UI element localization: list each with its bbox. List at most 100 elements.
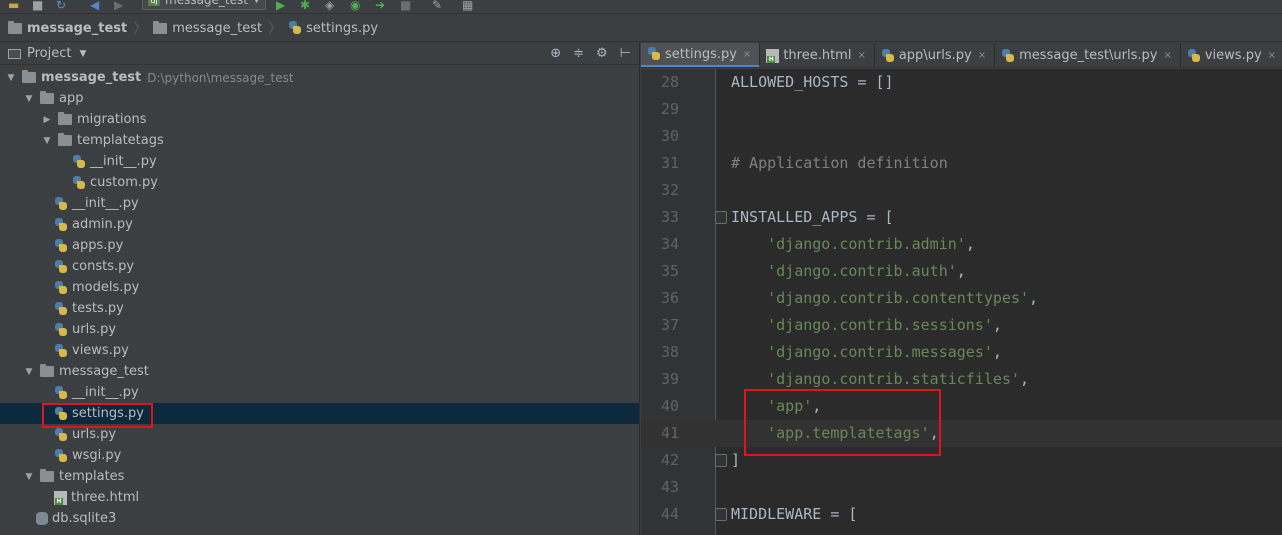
tree-item-label: __init__.py xyxy=(90,154,157,169)
editor-tab[interactable]: views.py × xyxy=(1181,43,1282,67)
stop-icon[interactable]: ■ xyxy=(400,0,411,11)
folder-icon xyxy=(153,20,168,34)
collapse-all-icon[interactable]: ≑ xyxy=(573,46,584,61)
hide-panel-icon[interactable]: ⊢ xyxy=(620,46,631,61)
code-line[interactable]: 35 'django.contrib.auth', xyxy=(641,258,1282,285)
code-line[interactable]: 28 ALLOWED_HOSTS = [] xyxy=(641,69,1282,96)
tree-file-row[interactable]: models.py xyxy=(0,277,639,298)
expand-arrow-down-icon[interactable]: ▼ xyxy=(22,367,36,377)
run-icon[interactable]: ▶ xyxy=(276,0,285,11)
locate-file-icon[interactable]: ⊕ xyxy=(550,46,561,61)
tree-item-label: app xyxy=(59,91,84,106)
line-number: 35 xyxy=(660,262,679,280)
tree-file-row[interactable]: three.html xyxy=(0,487,639,508)
profile-icon[interactable]: ◉ xyxy=(350,0,360,11)
editor-tab[interactable]: app\urls.py × xyxy=(875,43,996,67)
code-editor[interactable]: 28 ALLOWED_HOSTS = [] 29 30 31 # Application … xyxy=(641,69,1282,535)
code-line[interactable]: 41 'app.templatetags', xyxy=(641,420,1282,447)
debug-icon[interactable]: ✱ xyxy=(300,0,310,11)
tree-folder-row[interactable]: ▼ app xyxy=(0,88,639,109)
expand-arrow-down-icon[interactable]: ▼ xyxy=(40,136,54,146)
tree-file-row[interactable]: views.py xyxy=(0,340,639,361)
code-line[interactable]: 36 'django.contrib.contenttypes', xyxy=(641,285,1282,312)
tree-file-row[interactable]: __init__.py xyxy=(0,382,639,403)
code-line[interactable]: 40 'app', xyxy=(641,393,1282,420)
breadcrumb-item[interactable]: settings.py xyxy=(288,21,378,36)
tree-folder-row[interactable]: ▶ migrations xyxy=(0,109,639,130)
run-tool-icon[interactable]: ➜ xyxy=(375,0,385,11)
tree-folder-row[interactable]: ▼ templates xyxy=(0,466,639,487)
save-icon[interactable]: ■ xyxy=(32,0,43,11)
breadcrumb-label: settings.py xyxy=(306,20,379,36)
structure-icon[interactable]: ▦ xyxy=(462,0,473,11)
coverage-icon[interactable]: ◈ xyxy=(325,0,334,11)
project-panel-title[interactable]: Project xyxy=(27,46,71,61)
editor-tab[interactable]: three.html × xyxy=(760,43,875,67)
code-line[interactable]: 30 xyxy=(641,123,1282,150)
run-config-select[interactable]: dj message_test ▼ xyxy=(142,0,266,10)
code-line[interactable]: 44 MIDDLEWARE = [ xyxy=(641,501,1282,528)
line-number: 32 xyxy=(660,181,679,199)
database-icon xyxy=(36,512,48,525)
code-line[interactable]: 29 xyxy=(641,96,1282,123)
gear-icon[interactable]: ⚙ xyxy=(596,46,608,61)
python-file-icon xyxy=(54,322,68,337)
code-token: , xyxy=(965,235,975,253)
tree-folder-row[interactable]: ▼ message_test xyxy=(0,361,639,382)
tree-file-row[interactable]: custom.py xyxy=(0,172,639,193)
fold-marker-icon[interactable] xyxy=(715,454,727,467)
forward-icon[interactable]: ▶ xyxy=(114,0,123,11)
tree-file-row[interactable]: urls.py xyxy=(0,319,639,340)
settings-wrench-icon[interactable]: ✎ xyxy=(432,0,442,11)
breadcrumb-item[interactable]: message_test xyxy=(8,20,127,36)
tree-folder-row[interactable]: ▼ templatetags xyxy=(0,130,639,151)
close-icon[interactable]: × xyxy=(857,50,865,61)
close-icon[interactable]: × xyxy=(1268,50,1276,61)
editor-tab[interactable]: message_test\urls.py × xyxy=(995,43,1181,67)
code-line[interactable]: 32 xyxy=(641,177,1282,204)
code-text: 'django.contrib.sessions', xyxy=(731,312,1002,339)
fold-marker-icon[interactable] xyxy=(715,211,727,224)
code-line[interactable]: 31 # Application definition xyxy=(641,150,1282,177)
close-icon[interactable]: × xyxy=(978,50,986,61)
breadcrumb-item[interactable]: message_test xyxy=(153,20,262,36)
expand-arrow-down-icon[interactable]: ▼ xyxy=(22,472,36,482)
tree-file-row[interactable]: db.sqlite3 xyxy=(0,508,639,529)
code-line[interactable]: 38 'django.contrib.messages', xyxy=(641,339,1282,366)
code-line[interactable]: 33 INSTALLED_APPS = [ xyxy=(641,204,1282,231)
python-file-icon xyxy=(54,259,68,274)
close-icon[interactable]: × xyxy=(1163,50,1171,61)
tree-file-row[interactable]: tests.py xyxy=(0,298,639,319)
project-path: D:\python\message_test xyxy=(147,70,294,85)
tree-file-row[interactable]: __init__.py xyxy=(0,193,639,214)
expand-arrow-down-icon[interactable]: ▼ xyxy=(22,94,36,104)
close-icon[interactable]: × xyxy=(743,49,751,60)
code-line[interactable]: 42] xyxy=(641,447,1282,474)
expand-arrow-down-icon[interactable]: ▼ xyxy=(4,73,18,83)
code-line[interactable]: 43 xyxy=(641,474,1282,501)
expand-arrow-right-icon[interactable]: ▶ xyxy=(40,115,54,125)
tree-file-row[interactable]: apps.py xyxy=(0,235,639,256)
chevron-down-icon[interactable]: ▼ xyxy=(79,49,86,59)
code-line[interactable]: 39 'django.contrib.staticfiles', xyxy=(641,366,1282,393)
sync-icon[interactable]: ↻ xyxy=(56,0,66,11)
python-file-icon xyxy=(54,196,68,211)
folder-icon xyxy=(40,469,54,482)
tree-file-row[interactable]: __init__.py xyxy=(0,151,639,172)
fold-marker-icon[interactable] xyxy=(715,508,727,521)
back-icon[interactable]: ◀ xyxy=(90,0,99,11)
tree-item-label: tests.py xyxy=(72,301,124,316)
tree-file-row[interactable]: wsgi.py xyxy=(0,445,639,466)
tree-file-row[interactable]: admin.py xyxy=(0,214,639,235)
tree-folder-row[interactable]: ▼ message_test D:\python\message_test xyxy=(0,67,639,88)
code-text: # Application definition xyxy=(731,150,948,177)
tree-file-row[interactable]: consts.py xyxy=(0,256,639,277)
string-token: 'django.contrib.staticfiles' xyxy=(767,370,1020,388)
editor-tab[interactable]: settings.py × xyxy=(641,43,761,67)
tree-item-label: three.html xyxy=(71,490,140,505)
code-line[interactable]: 37 'django.contrib.sessions', xyxy=(641,312,1282,339)
string-token: 'django.contrib.admin' xyxy=(767,235,966,253)
open-folder-icon[interactable]: ▬ xyxy=(8,0,19,11)
code-line[interactable]: 34 'django.contrib.admin', xyxy=(641,231,1282,258)
